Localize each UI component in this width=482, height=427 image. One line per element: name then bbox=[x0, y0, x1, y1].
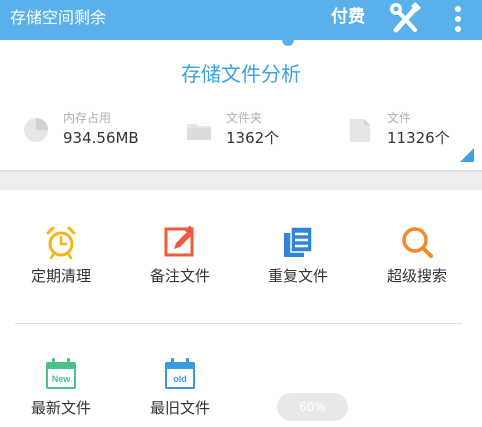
grid-divider bbox=[15, 323, 462, 324]
tool-label: 重复文件 bbox=[267, 267, 328, 285]
analysis-title: 存储文件分析 bbox=[181, 62, 301, 86]
tool-newest-files[interactable]: New 最新文件 bbox=[11, 357, 111, 427]
progress-indicator: 60% bbox=[277, 393, 348, 421]
tool-label: 最新文件 bbox=[30, 399, 91, 417]
edit-note-icon bbox=[164, 225, 194, 257]
expand-corner-icon[interactable] bbox=[460, 148, 474, 162]
stat-memory-label: 内存占用 bbox=[63, 111, 112, 125]
app-title: 存储空间剩余 bbox=[10, 8, 107, 27]
alarm-clock-icon bbox=[46, 226, 76, 259]
stat-memory: 内存占用 934.56MB bbox=[22, 108, 152, 152]
tool-label: 超级搜索 bbox=[386, 267, 447, 285]
stat-folders: 文件夹 1362个 bbox=[185, 108, 295, 152]
calendar-old-icon: old bbox=[165, 358, 195, 389]
tool-label: 备注文件 bbox=[149, 267, 210, 285]
stat-folders-value: 1362个 bbox=[226, 129, 280, 147]
stat-files-label: 文件 bbox=[387, 111, 412, 125]
pie-chart-icon bbox=[24, 118, 48, 142]
tool-super-search[interactable]: 超级搜索 bbox=[367, 225, 467, 295]
calendar-badge: old bbox=[173, 374, 187, 384]
stat-memory-value: 934.56MB bbox=[63, 129, 139, 147]
file-icon bbox=[350, 119, 370, 142]
section-gap bbox=[0, 173, 482, 190]
calendar-badge: New bbox=[52, 374, 72, 384]
tool-label: 最旧文件 bbox=[149, 399, 210, 417]
tool-duplicate-files[interactable]: 重复文件 bbox=[248, 225, 348, 295]
pay-button[interactable]: 付费 bbox=[331, 6, 365, 28]
tool-note-files[interactable]: 备注文件 bbox=[130, 225, 230, 295]
calendar-new-icon: New bbox=[46, 358, 76, 389]
top-app-bar: 存储空间剩余 付费 bbox=[0, 0, 482, 40]
stat-folders-label: 文件夹 bbox=[226, 111, 263, 125]
pull-indicator bbox=[282, 34, 294, 46]
duplicate-files-icon bbox=[284, 226, 313, 257]
tools-icon[interactable] bbox=[388, 2, 422, 36]
tool-scheduled-clean[interactable]: 定期清理 bbox=[11, 225, 111, 295]
tool-label: 定期清理 bbox=[30, 267, 91, 285]
stat-files-value: 11326个 bbox=[387, 129, 450, 147]
more-options-icon[interactable] bbox=[448, 3, 468, 37]
search-icon bbox=[402, 227, 433, 258]
stat-files: 文件 11326个 bbox=[346, 108, 456, 152]
folder-icon bbox=[187, 124, 211, 140]
tool-oldest-files[interactable]: old 最旧文件 bbox=[130, 357, 230, 427]
